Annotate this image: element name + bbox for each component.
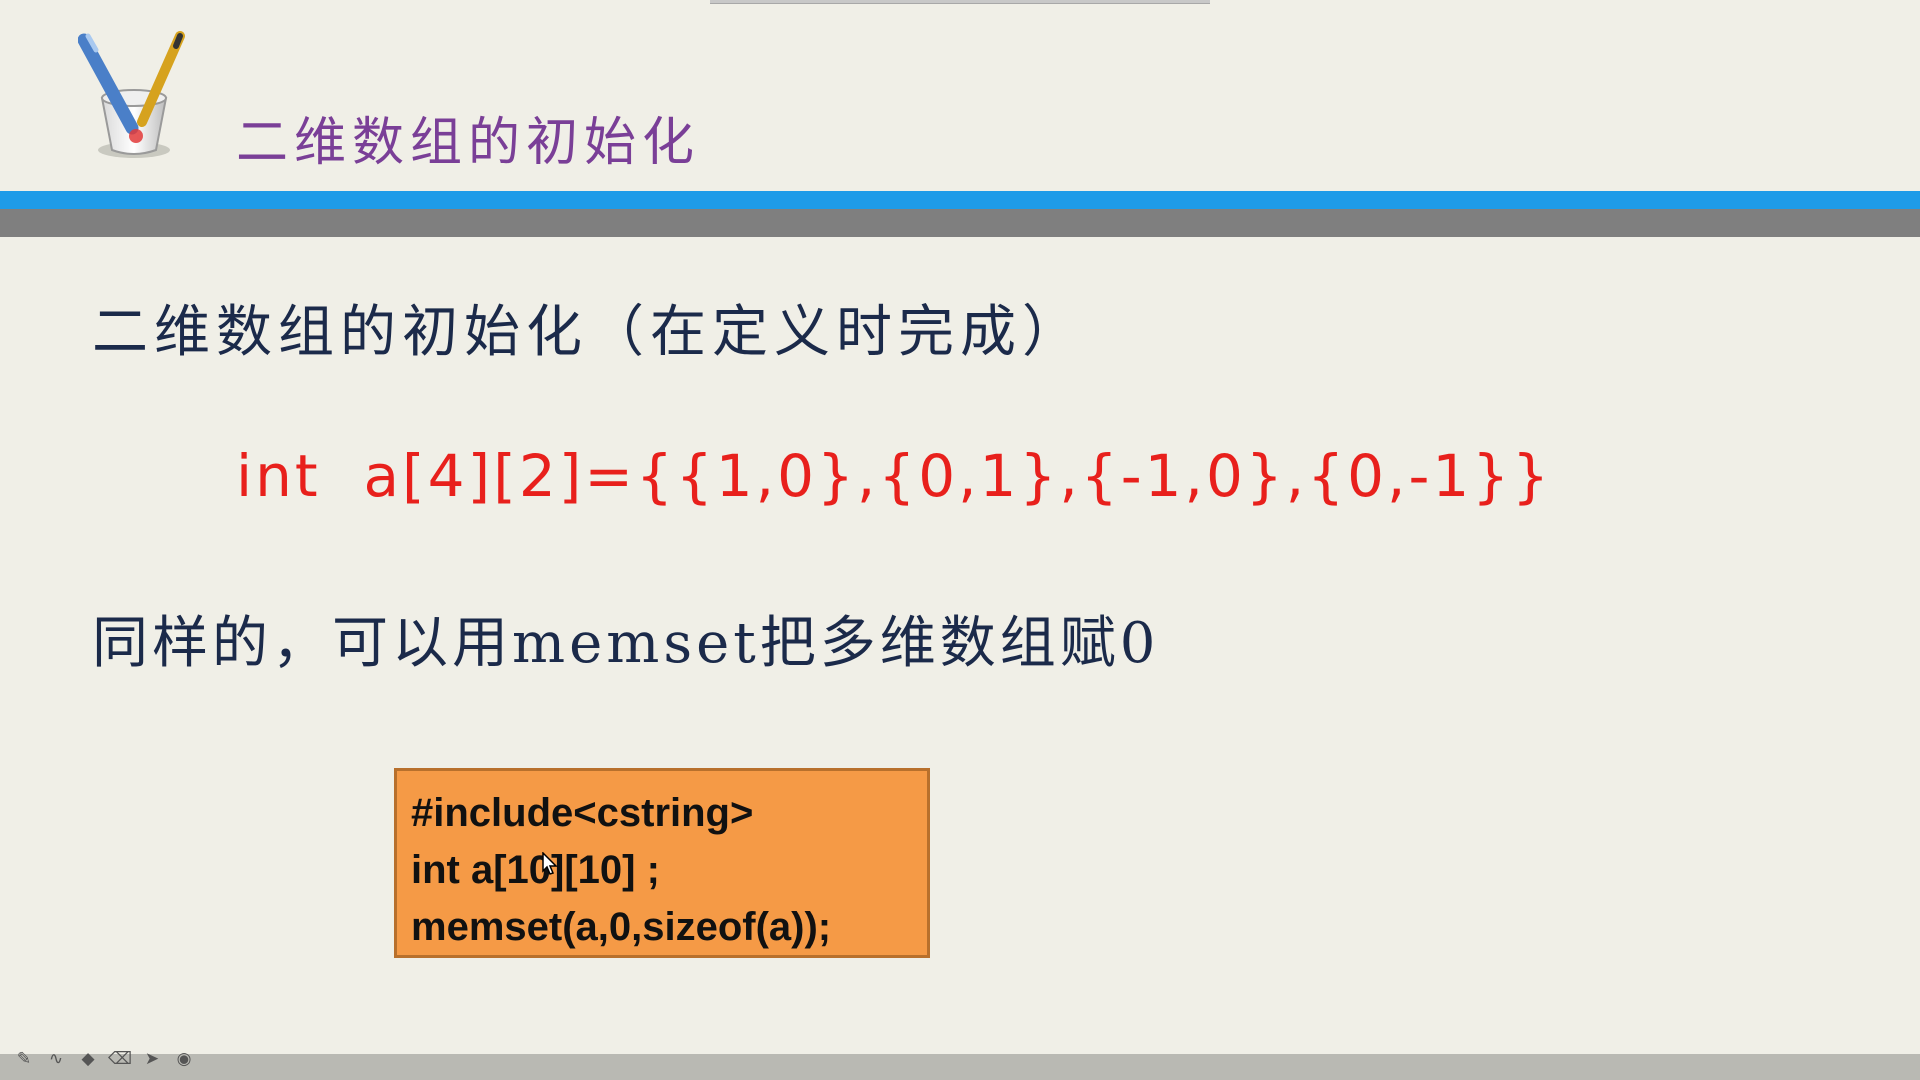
slide-title: 二维数组的初始化 <box>236 113 701 173</box>
window-tab-edge <box>710 0 1210 4</box>
code-snippet-box: #include<cstring> int a[10][10] ; memset… <box>394 768 930 958</box>
memset-description: 同样的，可以用memset把多维数组赋0 <box>92 611 1160 676</box>
title-divider-bar <box>0 209 1920 237</box>
code-line-include: #include<cstring> <box>411 791 754 835</box>
marker-icon[interactable]: ◆ <box>76 1048 100 1070</box>
curve-icon[interactable]: ∿ <box>44 1048 68 1070</box>
pen-icon[interactable]: ✎ <box>12 1048 36 1070</box>
mouse-cursor-icon <box>542 851 558 876</box>
pen-cup-logo-icon <box>77 30 188 165</box>
code-line-memset: memset(a,0,sizeof(a)); <box>411 905 832 949</box>
eraser-icon[interactable]: ⌫ <box>108 1048 132 1070</box>
pointer-icon[interactable]: ➤ <box>140 1048 164 1070</box>
annotation-toolbar: ✎ ∿ ◆ ⌫ ➤ ◉ <box>12 1048 196 1070</box>
section-heading: 二维数组的初始化（在定义时完成） <box>92 300 1084 365</box>
target-icon[interactable]: ◉ <box>172 1048 196 1070</box>
title-accent-bar <box>0 191 1920 209</box>
presentation-bottom-bar <box>0 1054 1920 1080</box>
array-init-code: int a[4][2]={{1,0},{0,1},{-1,0},{0,-1}} <box>236 442 1553 510</box>
code-line-declare: int a[10][10] ; <box>411 848 660 892</box>
